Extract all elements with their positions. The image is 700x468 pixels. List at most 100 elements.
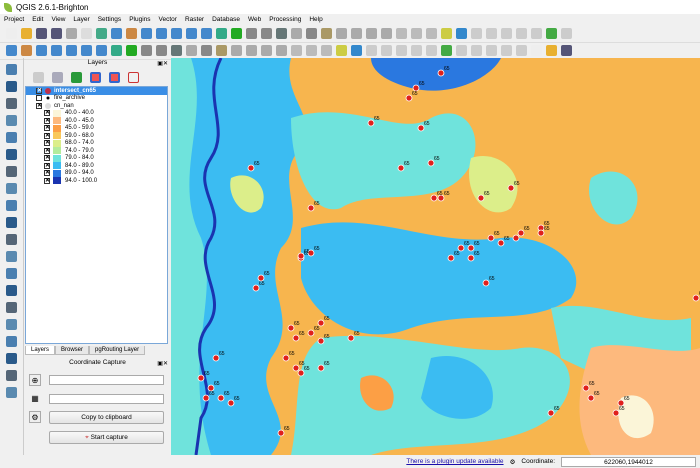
toolbar-tool-icon[interactable] xyxy=(411,28,422,39)
map-canvas[interactable]: 65 65 65 65 65 65 65 65 65 65 65 65 65 65 65 65 65 65 65 65… xyxy=(171,58,700,455)
toolbar-tool-icon[interactable] xyxy=(321,28,332,39)
toolbar-tool-icon[interactable] xyxy=(486,45,497,56)
toolbar-tool-icon[interactable] xyxy=(81,45,92,56)
toolbar-tool-icon[interactable] xyxy=(96,45,107,56)
legend-class-row[interactable]: ✕ 89.0 - 94.0 xyxy=(26,169,167,178)
panel-float-close-buttons[interactable]: ▣✕ xyxy=(157,359,168,369)
class-visibility-checkbox[interactable]: ✕ xyxy=(44,140,50,147)
legend-class-row[interactable]: ✕ 40.0 - 45.0 xyxy=(26,117,167,125)
toolbar-tool-icon[interactable] xyxy=(216,28,227,39)
toolbar-tool-icon[interactable] xyxy=(411,45,422,56)
toolbar-tool-icon[interactable] xyxy=(426,28,437,39)
plugin-icon-5[interactable] xyxy=(6,353,17,364)
toolbar-tool-icon[interactable] xyxy=(561,45,572,56)
remove-layer-icon[interactable] xyxy=(128,71,139,83)
add-delimited-text-icon[interactable] xyxy=(6,217,17,228)
toolbar-tool-icon[interactable] xyxy=(351,28,362,39)
plugin-update-link[interactable]: There is a plugin update available xyxy=(406,458,503,465)
toolbar-tool-icon[interactable] xyxy=(186,45,197,56)
toolbar-tool-icon[interactable] xyxy=(261,28,272,39)
legend-class-row[interactable]: ✕ 74.0 - 79.0 xyxy=(26,147,167,155)
toolbar-tool-icon[interactable] xyxy=(51,45,62,56)
toolbar-tool-icon[interactable] xyxy=(306,45,317,56)
menu-layer[interactable]: Layer xyxy=(73,16,89,23)
class-visibility-checkbox[interactable]: ✕ xyxy=(44,132,50,139)
menu-view[interactable]: View xyxy=(51,16,65,23)
collapse-all-icon[interactable] xyxy=(109,71,120,83)
toolbar-tool-icon[interactable] xyxy=(111,45,122,56)
toolbar-tool-icon[interactable] xyxy=(126,45,137,56)
legend-class-row[interactable]: ✕ 94.0 - 100.0 xyxy=(26,177,167,185)
add-wms-layer-icon[interactable] xyxy=(6,166,17,177)
legend-class-row[interactable]: ✕ 45.0 - 59.0 xyxy=(26,124,167,133)
toolbar-tool-icon[interactable] xyxy=(156,28,167,39)
class-visibility-checkbox[interactable]: ✕ xyxy=(44,170,50,177)
toolbar-tool-icon[interactable] xyxy=(501,28,512,39)
toolbar-tool-icon[interactable] xyxy=(336,28,347,39)
add-postgis-layer-icon[interactable] xyxy=(6,98,17,109)
toolbar-tool-icon[interactable] xyxy=(201,45,212,56)
tab-pgrouting-layer[interactable]: pgRouting Layer xyxy=(89,346,146,355)
toolbar-tool-icon[interactable] xyxy=(156,45,167,56)
layer-visibility-checkbox[interactable]: ✕ xyxy=(36,102,42,109)
toolbar-tool-icon[interactable] xyxy=(276,45,287,56)
class-visibility-checkbox[interactable]: ✕ xyxy=(44,147,50,154)
class-visibility-checkbox[interactable]: ✕ xyxy=(44,155,50,162)
toolbar-tool-icon[interactable] xyxy=(111,28,122,39)
start-capture-button[interactable]: ⌖ Start capture xyxy=(49,431,164,444)
class-visibility-checkbox[interactable]: ✕ xyxy=(44,110,50,117)
toolbar-tool-icon[interactable] xyxy=(321,45,332,56)
add-wcs-layer-icon[interactable] xyxy=(6,183,17,194)
new-shapefile-icon[interactable] xyxy=(6,234,17,245)
add-wfs-layer-icon[interactable] xyxy=(6,200,17,211)
toolbar-tool-icon[interactable] xyxy=(561,28,572,39)
toolbar-tool-icon[interactable] xyxy=(441,45,452,56)
toolbar-tool-icon[interactable] xyxy=(531,45,542,56)
menu-web[interactable]: Web xyxy=(248,16,261,23)
menu-vector[interactable]: Vector xyxy=(159,16,177,23)
toolbar-tool-icon[interactable] xyxy=(336,45,347,56)
legend-class-row[interactable]: ✕ 68.0 - 74.0 xyxy=(26,139,167,148)
add-vector-layer-icon[interactable] xyxy=(6,64,17,75)
toolbar-tool-icon[interactable] xyxy=(66,45,77,56)
legend-class-row[interactable]: ✕ 40.0 - 40.0 xyxy=(26,109,167,118)
plugin-icon-6[interactable] xyxy=(6,370,17,381)
new-gpx-icon[interactable] xyxy=(6,268,17,279)
menu-database[interactable]: Database xyxy=(212,16,240,23)
toolbar-tool-icon[interactable] xyxy=(231,45,242,56)
toolbar-tool-icon[interactable] xyxy=(456,28,467,39)
layer-row[interactable]: ✕ intersect_cn65 xyxy=(26,87,167,95)
toolbar-tool-icon[interactable] xyxy=(516,45,527,56)
toolbar-tool-icon[interactable] xyxy=(81,28,92,39)
coordinate-field[interactable]: 622060,1944012 xyxy=(561,456,696,467)
toolbar-tool-icon[interactable] xyxy=(486,28,497,39)
layer-visibility-checkbox[interactable]: ✕ xyxy=(36,87,42,94)
toolbar-tool-icon[interactable] xyxy=(396,45,407,56)
toolbar-tool-icon[interactable] xyxy=(276,28,287,39)
toolbar-tool-icon[interactable] xyxy=(381,28,392,39)
layer-row[interactable]: fire_archive xyxy=(26,95,167,103)
toolbar-tool-icon[interactable] xyxy=(141,45,152,56)
manage-visibility-icon[interactable] xyxy=(52,71,63,83)
toolbar-tool-icon[interactable] xyxy=(171,28,182,39)
add-raster-layer-icon[interactable] xyxy=(6,81,17,92)
toolbar-tool-icon[interactable] xyxy=(291,28,302,39)
menu-settings[interactable]: Settings xyxy=(98,16,122,23)
toolbar-tool-icon[interactable] xyxy=(261,45,272,56)
menu-raster[interactable]: Raster xyxy=(185,16,204,23)
filter-legend-icon[interactable] xyxy=(71,71,82,83)
toolbar-tool-icon[interactable] xyxy=(171,45,182,56)
toolbar-tool-icon[interactable] xyxy=(456,45,467,56)
menu-processing[interactable]: Processing xyxy=(269,16,301,23)
expand-all-icon[interactable] xyxy=(90,71,101,83)
toolbar-tool-icon[interactable] xyxy=(381,45,392,56)
class-visibility-checkbox[interactable]: ✕ xyxy=(44,177,50,184)
class-visibility-checkbox[interactable]: ✕ xyxy=(44,125,50,132)
toolbar-tool-icon[interactable] xyxy=(366,45,377,56)
coordinate-field-1[interactable] xyxy=(49,375,164,385)
toolbar-tool-icon[interactable] xyxy=(216,45,227,56)
panel-float-close-buttons[interactable]: ▣✕ xyxy=(157,59,168,69)
toolbar-tool-icon[interactable] xyxy=(246,28,257,39)
toolbar-tool-icon[interactable] xyxy=(246,45,257,56)
toolbar-tool-icon[interactable] xyxy=(6,28,17,39)
